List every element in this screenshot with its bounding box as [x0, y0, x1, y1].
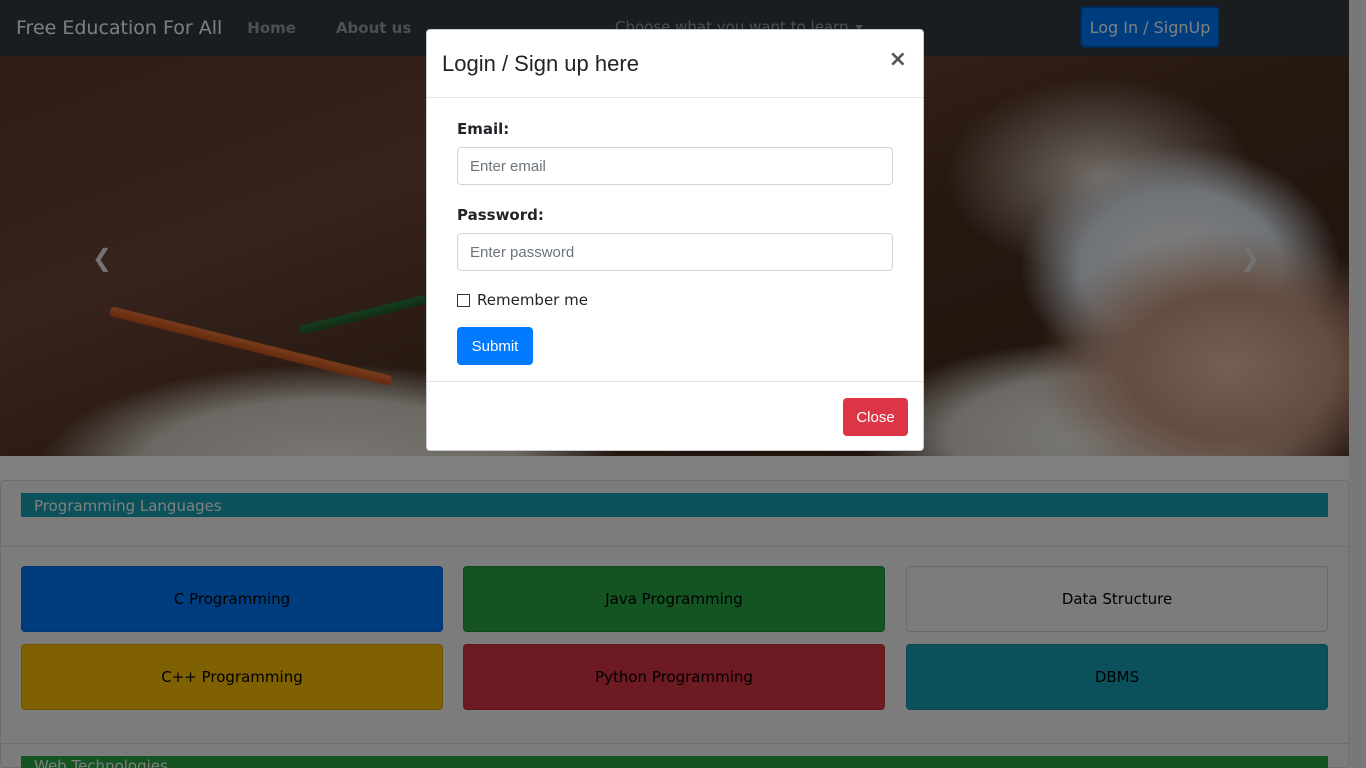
modal-title: Login / Sign up here — [442, 51, 639, 76]
modal-header: Login / Sign up here × — [427, 30, 923, 98]
remember-me-checkbox[interactable] — [457, 293, 470, 307]
remember-me-row: Remember me — [457, 291, 588, 309]
email-field[interactable] — [457, 147, 893, 185]
password-label: Password: — [457, 206, 544, 224]
email-label: Email: — [457, 120, 510, 138]
login-modal: Login / Sign up here × Email: Password: … — [426, 29, 924, 451]
close-button[interactable]: Close — [843, 398, 908, 436]
close-icon[interactable]: × — [889, 47, 907, 72]
submit-button[interactable]: Submit — [457, 327, 533, 365]
remember-me-label[interactable]: Remember me — [477, 291, 588, 309]
modal-footer-divider — [427, 381, 923, 382]
password-field[interactable] — [457, 233, 893, 271]
